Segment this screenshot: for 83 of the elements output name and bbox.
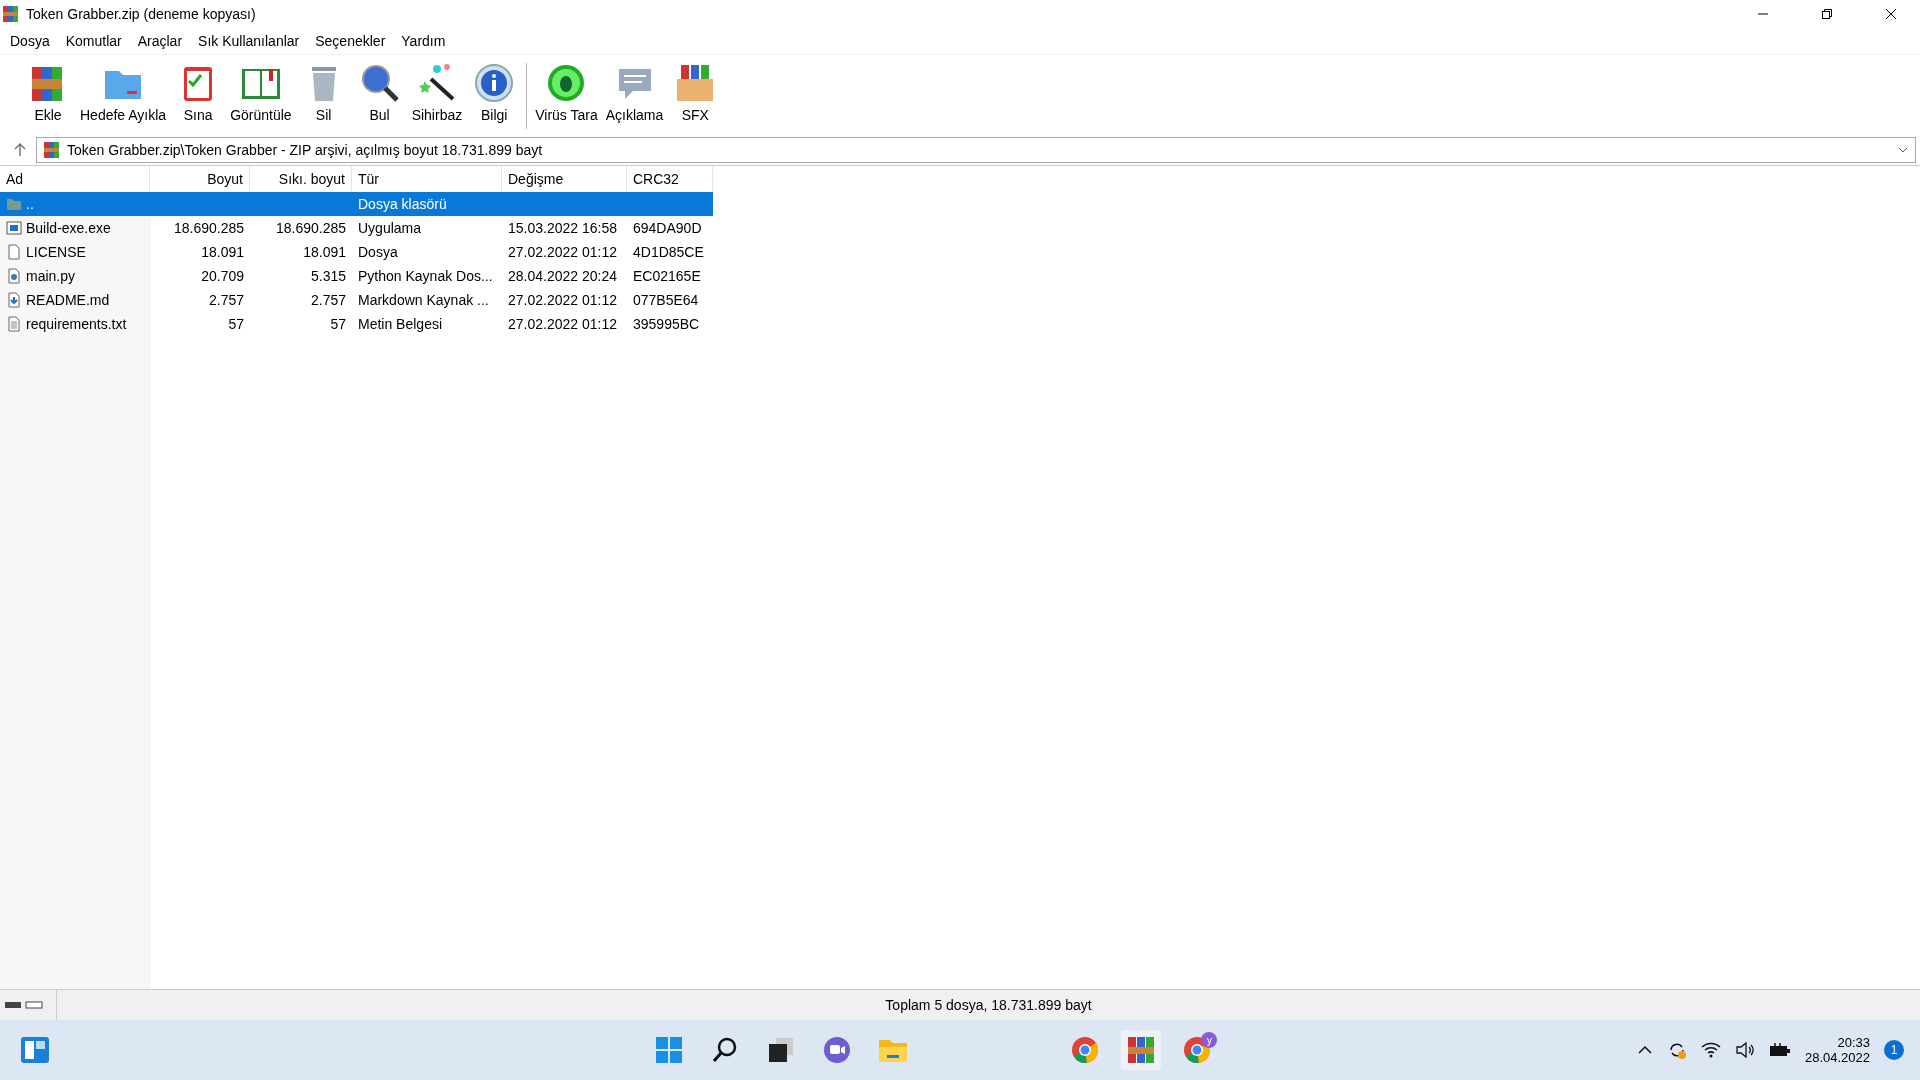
speaker-icon[interactable] <box>1734 1042 1755 1058</box>
battery-icon[interactable] <box>1768 1042 1791 1058</box>
toolbar-button[interactable]: Ekle <box>20 59 76 125</box>
menu-item[interactable]: Araçlar <box>129 33 191 49</box>
table-cell: 2.757 <box>208 292 244 308</box>
file-row[interactable]: .. Dosya klasörü <box>0 192 713 216</box>
menu-item[interactable]: Komutlar <box>57 33 130 49</box>
toolbar-button[interactable]: Sına <box>170 59 227 125</box>
file-name: requirements.txt <box>26 316 127 332</box>
table-cell: 395995BC <box>633 316 700 332</box>
menu-item[interactable]: Seçenekler <box>307 33 394 49</box>
table-cell: Python Kaynak Dos... <box>358 268 493 284</box>
table-cell: 27.02.2022 01:12 <box>508 316 617 332</box>
application-icon <box>6 220 22 236</box>
browser-icon[interactable] <box>1182 1035 1213 1065</box>
table-cell: Uygulama <box>358 220 422 236</box>
wifi-icon[interactable] <box>1700 1042 1721 1058</box>
table-cell: 28.04.2022 20:24 <box>508 268 617 284</box>
status-text: Toplam 5 dosya, 18.731.899 bayt <box>884 997 1093 1013</box>
notification-badge[interactable]: 1 <box>1884 1040 1904 1060</box>
file-name: README.md <box>26 292 110 308</box>
menu-item[interactable]: Yardım <box>393 33 454 49</box>
up-arrow-icon[interactable] <box>12 142 28 158</box>
window-title: Token Grabber.zip (deneme kopyası) <box>26 6 257 22</box>
table-cell: 2.757 <box>310 292 346 308</box>
file-name: .. <box>26 196 34 212</box>
chat-icon[interactable] <box>823 1036 852 1064</box>
table-cell: 27.02.2022 01:12 <box>508 292 617 308</box>
archive-icon <box>43 141 61 159</box>
folder-icon <box>6 196 22 212</box>
file-name: LICENSE <box>26 244 86 260</box>
table-cell: 5.315 <box>310 268 346 284</box>
table-cell: 18.091 <box>201 244 244 260</box>
text-file-icon <box>6 316 22 332</box>
table-cell: Markdown Kaynak ... <box>358 292 489 308</box>
table-cell: 18.091 <box>303 244 346 260</box>
archive-app-icon[interactable] <box>1126 1035 1157 1065</box>
file-row[interactable]: requirements.txt 57 57 Metin Belgesi 27.02.2022 01:12 395995BC <box>0 312 713 336</box>
close-icon <box>1885 8 1897 20</box>
menu-item[interactable]: Dosya <box>2 33 58 49</box>
table-cell: 18.690.285 <box>173 220 244 236</box>
toolbar-button[interactable]: SFX <box>667 59 724 125</box>
profile-avatar: y <box>1201 1032 1218 1048</box>
toolbar-button[interactable]: Virüs Tara <box>531 59 602 125</box>
table-cell: 20.709 <box>201 268 244 284</box>
table-cell: Dosya klasörü <box>358 196 447 212</box>
toolbar-button[interactable]: Sil <box>295 59 352 125</box>
table-cell: Dosya <box>358 244 398 260</box>
file-row[interactable]: LICENSE 18.091 18.091 Dosya 27.02.2022 01:12 4D1D85CE <box>0 240 713 264</box>
clock[interactable]: 20:33 28.04.2022 <box>1804 1035 1870 1065</box>
menu-item[interactable]: Sık Kullanılanlar <box>190 33 308 49</box>
file-row[interactable]: main.py 20.709 5.315 Python Kaynak Dos... 28.04.2022 20:24 EC02165E <box>0 264 713 288</box>
table-cell: 57 <box>228 316 244 332</box>
table-cell: 077B5E64 <box>633 292 699 308</box>
toolbar-button[interactable]: Hedefe Ayıkla <box>76 59 171 125</box>
toolbar-button[interactable]: Sihirbaz <box>407 59 467 125</box>
table-cell: 18.690.285 <box>275 220 346 236</box>
python-file-icon <box>6 268 22 284</box>
restore-icon <box>1821 8 1833 20</box>
start-icon[interactable] <box>655 1036 684 1064</box>
toolbar-button[interactable]: Açıklama <box>601 59 668 125</box>
widgets-icon[interactable] <box>20 1036 50 1064</box>
table-cell: 15.03.2022 16:58 <box>508 220 617 236</box>
table-cell: 694DA90D <box>633 220 702 236</box>
table-cell: 4D1D85CE <box>633 244 704 260</box>
address-field[interactable]: Token Grabber.zip\Token Grabber - ZIP arşivi, açılmış boyut 18.731.899 bayt <box>36 137 1916 163</box>
folder-icon[interactable] <box>878 1037 909 1063</box>
file-row[interactable]: README.md 2.757 2.757 Markdown Kaynak ... 27.02.2022 01:12 077B5E64 <box>0 288 713 312</box>
file-name: Build-exe.exe <box>26 220 111 236</box>
table-cell: 57 <box>330 316 346 332</box>
toolbar-button[interactable]: Bilgi <box>466 59 523 125</box>
table-cell: Metin Belgesi <box>358 316 443 332</box>
toolbar-button[interactable]: Görüntüle <box>226 59 296 125</box>
file-name: main.py <box>26 268 76 284</box>
table-cell: 27.02.2022 01:12 <box>508 244 617 260</box>
toolbar-button[interactable]: Bul <box>351 59 408 125</box>
table-cell: EC02165E <box>633 268 701 284</box>
task-view-icon[interactable] <box>767 1036 796 1064</box>
browser-icon[interactable] <box>1070 1035 1101 1065</box>
download-file-icon <box>6 292 22 308</box>
file-row[interactable]: Build-exe.exe 18.690.285 18.690.285 Uygulama 15.03.2022 16:58 694DA90D <box>0 216 713 240</box>
document-icon <box>6 244 22 260</box>
archive-app-icon <box>2 5 20 23</box>
